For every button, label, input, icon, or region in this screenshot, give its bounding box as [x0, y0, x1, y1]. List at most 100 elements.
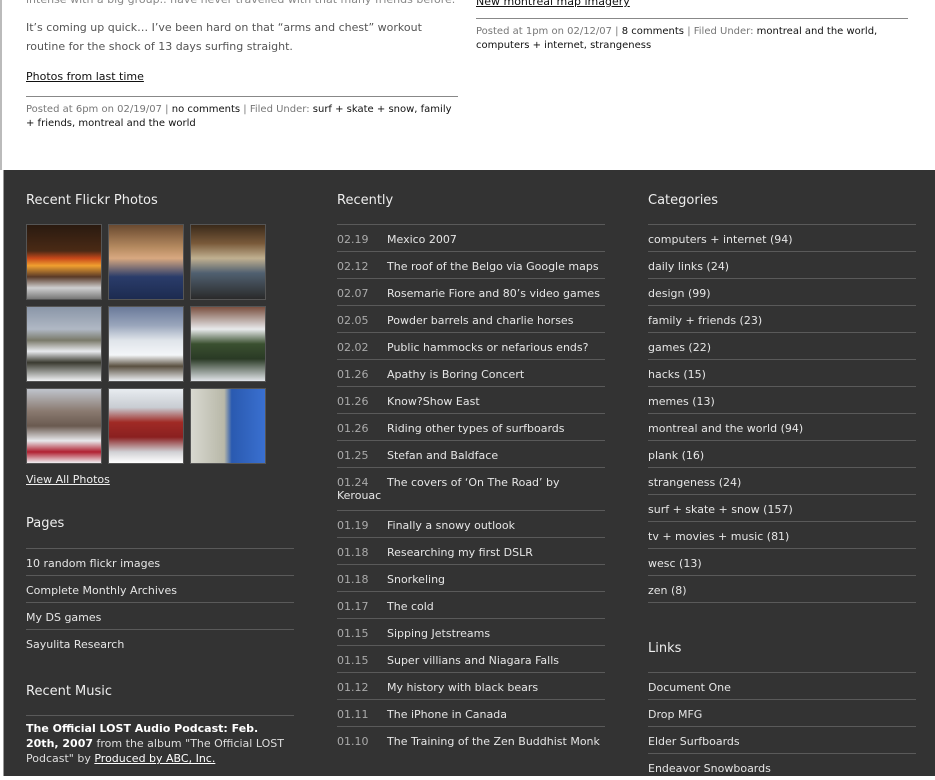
recent-post-item[interactable]: 02.12 The roof of the Belgo via Google ma… — [337, 251, 605, 278]
recent-post-item[interactable]: 01.24 The covers of ‘On The Road’ by Kero… — [337, 467, 605, 510]
recent-post-item[interactable]: 01.26 Apathy is Boring Concert — [337, 359, 605, 386]
pages-heading: Pages — [26, 516, 65, 531]
recent-post-date: 01.18 — [337, 573, 369, 586]
recent-post-title[interactable]: Know?Show East — [387, 395, 480, 408]
page-item[interactable]: My DS games — [26, 602, 294, 629]
comments-link[interactable]: 8 comments — [622, 26, 684, 37]
flickr-photo-cafeteria[interactable] — [190, 224, 266, 300]
recent-post-title[interactable]: Stefan and Baldface — [387, 449, 498, 462]
recent-post-title[interactable]: My history with black bears — [387, 681, 538, 694]
link-item[interactable]: Drop MFG — [648, 699, 916, 726]
recent-post-item[interactable]: 02.07 Rosemarie Fiore and 80’s video game… — [337, 278, 605, 305]
category-item[interactable]: hacks (15) — [648, 359, 916, 386]
recent-post-item[interactable]: 01.25 Stefan and Baldface — [337, 440, 605, 467]
recent-post-item[interactable]: 02.05 Powder barrels and charlie horses — [337, 305, 605, 332]
page-item[interactable]: 10 random flickr images — [26, 548, 294, 575]
recent-post-item[interactable]: 01.26 Riding other types of surfboards — [337, 413, 605, 440]
flickr-photo-snowy-street[interactable] — [26, 388, 102, 464]
category-item[interactable]: computers + internet (94) — [648, 224, 916, 251]
category-item[interactable]: games (22) — [648, 332, 916, 359]
recent-post-date: 01.11 — [337, 708, 369, 721]
recent-post-item[interactable]: 01.17 The cold — [337, 591, 605, 618]
recent-post-title[interactable]: Snorkeling — [387, 573, 445, 586]
recent-post-item[interactable]: 02.02 Public hammocks or nefarious ends? — [337, 332, 605, 359]
category-item[interactable]: strangeness (24) — [648, 467, 916, 494]
category-item[interactable]: family + friends (23) — [648, 305, 916, 332]
recent-post-item[interactable]: 01.15 Sipping Jetstreams — [337, 618, 605, 645]
recent-post-date: 02.12 — [337, 260, 369, 273]
recent-post-title[interactable]: Rosemarie Fiore and 80’s video games — [387, 287, 600, 300]
recent-post-title[interactable]: Public hammocks or nefarious ends? — [387, 341, 588, 354]
category-item[interactable]: memes (13) — [648, 386, 916, 413]
recent-post-item[interactable]: 01.19 Finally a snowy outlook — [337, 510, 605, 537]
recent-post-title[interactable]: The Training of the Zen Buddhist Monk — [387, 735, 600, 748]
post-divider — [476, 18, 908, 19]
recent-post-item[interactable]: 01.10 The Training of the Zen Buddhist Mo… — [337, 726, 605, 753]
page-item[interactable]: Sayulita Research — [26, 629, 294, 656]
photos-last-time-link[interactable]: Photos from last time — [26, 70, 144, 83]
recent-post-title[interactable]: Finally a snowy outlook — [387, 519, 515, 532]
view-all-photos-link[interactable]: View All Photos — [26, 473, 110, 486]
category-item[interactable]: design (99) — [648, 278, 916, 305]
page-item[interactable]: Complete Monthly Archives — [26, 575, 294, 602]
recent-post-item[interactable]: 01.26 Know?Show East — [337, 386, 605, 413]
recent-post-date: 01.12 — [337, 681, 369, 694]
flickr-heading: Recent Flickr Photos — [26, 193, 158, 208]
category-item[interactable]: tv + movies + music (81) — [648, 521, 916, 548]
recent-post-date: 01.26 — [337, 368, 369, 381]
recent-post-date: 01.18 — [337, 546, 369, 559]
recent-post-title[interactable]: The roof of the Belgo via Google maps — [387, 260, 599, 273]
recent-post-title[interactable]: Super villians and Niagara Falls — [387, 654, 559, 667]
link-item[interactable]: Document One — [648, 672, 916, 699]
post-paragraph: It’s coming up quick… I’ve been hard on … — [26, 21, 422, 53]
comments-link[interactable]: no comments — [172, 104, 240, 115]
recent-music-entry: The Official LOST Audio Podcast: Feb. 20… — [26, 721, 292, 766]
category-item[interactable]: zen (8) — [648, 575, 916, 602]
links-list: Document One Drop MFG Elder Surfboards E… — [648, 672, 916, 780]
recent-post-title[interactable]: Mexico 2007 — [387, 233, 457, 246]
posts-area: intense with a big group.. have never tr… — [0, 0, 935, 170]
music-artist-link[interactable]: Produced by ABC, Inc. — [94, 752, 215, 765]
flickr-photo-snow-car[interactable] — [190, 306, 266, 382]
recently-list: 02.19 Mexico 2007 02.12 The roof of the Be… — [337, 224, 605, 753]
recently-heading: Recently — [337, 193, 394, 208]
recent-post-title[interactable]: Researching my first DSLR — [387, 546, 533, 559]
recent-post-title[interactable]: Sipping Jetstreams — [387, 627, 490, 640]
footer: Recent Flickr Photos View All Photos Pag… — [3, 170, 935, 776]
recent-post-date: 02.19 — [337, 233, 369, 246]
category-item[interactable]: wesc (13) — [648, 548, 916, 575]
recent-post-title[interactable]: Powder barrels and charlie horses — [387, 314, 573, 327]
recent-post-date: 02.05 — [337, 314, 369, 327]
flickr-photo-fireplace[interactable] — [26, 224, 102, 300]
filed-under-label: | Filed Under: — [687, 26, 754, 37]
flickr-photo-snow-tables[interactable] — [26, 306, 102, 382]
map-imagery-link[interactable]: New montreal map imagery — [476, 0, 630, 8]
recent-post-title[interactable]: Apathy is Boring Concert — [387, 368, 524, 381]
recent-post-date: 02.07 — [337, 287, 369, 300]
flickr-photo-person[interactable] — [108, 224, 184, 300]
recent-music-heading: Recent Music — [26, 684, 113, 699]
flickr-photo-blue-house[interactable] — [190, 388, 266, 464]
recent-post-item[interactable]: 01.18 Researching my first DSLR — [337, 537, 605, 564]
recent-post-title[interactable]: The cold — [387, 600, 434, 613]
recent-post-date: 01.15 — [337, 627, 369, 640]
recent-post-title[interactable]: Riding other types of surfboards — [387, 422, 564, 435]
category-item[interactable]: montreal and the world (94) — [648, 413, 916, 440]
post-meta-prefix: Posted at 6pm on 02/19/07 | — [26, 104, 169, 115]
flickr-photo-red-house[interactable] — [108, 388, 184, 464]
category-item[interactable]: surf + skate + snow (157) — [648, 494, 916, 521]
recent-post-item[interactable]: 01.18 Snorkeling — [337, 564, 605, 591]
category-item[interactable]: plank (16) — [648, 440, 916, 467]
recent-post-item[interactable]: 02.19 Mexico 2007 — [337, 224, 605, 251]
recent-post-item[interactable]: 01.12 My history with black bears — [337, 672, 605, 699]
category-item[interactable]: daily links (24) — [648, 251, 916, 278]
recent-post-item[interactable]: 01.11 The iPhone in Canada — [337, 699, 605, 726]
recent-post-item[interactable]: 01.15 Super villians and Niagara Falls — [337, 645, 605, 672]
recent-post-date: 01.10 — [337, 735, 369, 748]
post-divider — [26, 96, 458, 97]
link-item[interactable]: Elder Surfboards — [648, 726, 916, 753]
flickr-photo-ski-slope[interactable] — [108, 306, 184, 382]
post-meta: Posted at 1pm on 02/12/07 | 8 comments |… — [476, 25, 908, 53]
recent-post-date: 02.02 — [337, 341, 369, 354]
recent-post-title[interactable]: The iPhone in Canada — [387, 708, 507, 721]
